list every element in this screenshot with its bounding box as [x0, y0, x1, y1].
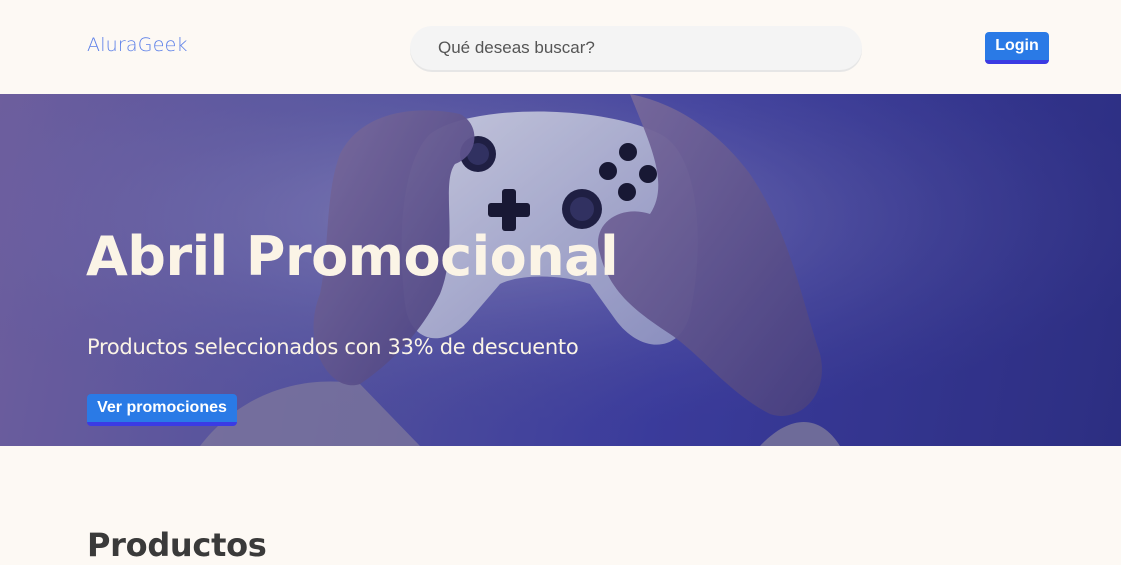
login-button[interactable]: Login — [985, 32, 1049, 64]
promo-subtitle: Productos seleccionados con 33% de descu… — [87, 335, 579, 359]
site-header: AluraGeek Login — [0, 0, 1121, 94]
site-logo[interactable]: AluraGeek — [87, 34, 188, 56]
promo-banner: Abril Promocional Productos seleccionado… — [0, 94, 1121, 446]
search-input[interactable] — [410, 26, 862, 70]
products-section-title: Productos — [87, 526, 267, 564]
view-promotions-button[interactable]: Ver promociones — [87, 394, 237, 426]
promo-title: Abril Promocional — [86, 225, 619, 288]
